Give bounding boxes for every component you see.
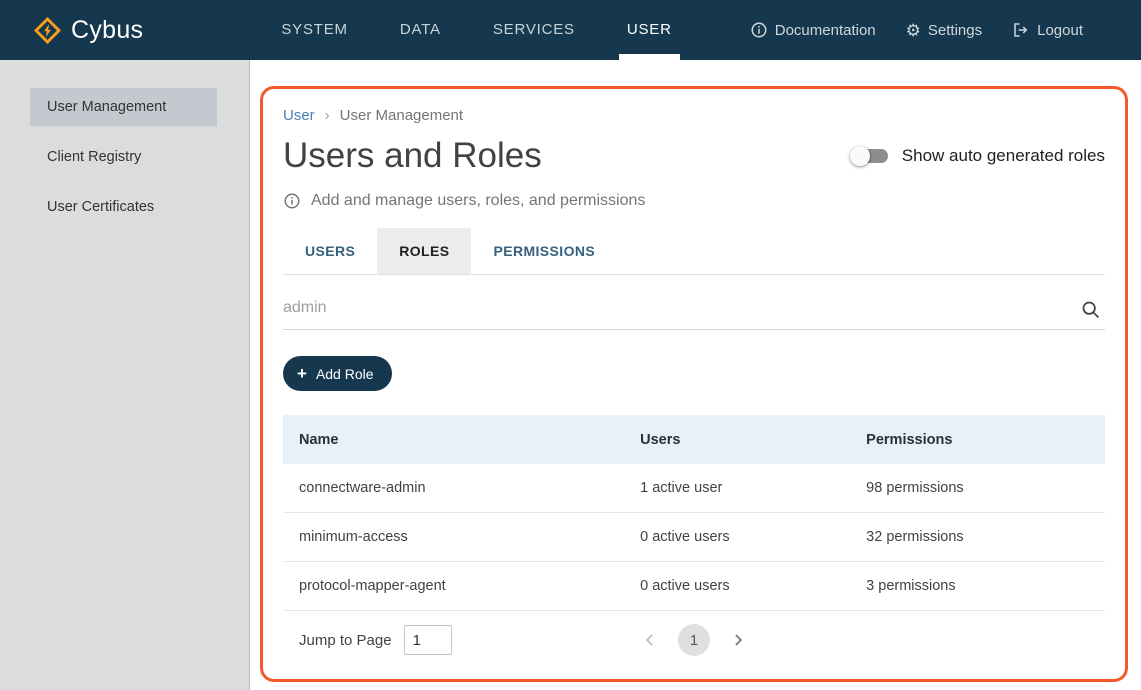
top-navbar: Cybus SYSTEM DATA SERVICES USER Document… [0, 0, 1141, 60]
cell-role-users: 1 active user [624, 480, 850, 496]
toggle-label: Show auto generated roles [902, 146, 1105, 166]
column-header-users: Users [624, 432, 850, 448]
highlighted-content-region: User › User Management Users and Roles S… [260, 86, 1128, 682]
column-header-name: Name [283, 432, 624, 448]
logout-button[interactable]: Logout [1012, 21, 1083, 39]
navbar-actions: Documentation ⚙ Settings Logout [750, 21, 1083, 39]
breadcrumb: User › User Management [283, 107, 1105, 124]
cell-role-users: 0 active users [624, 578, 850, 594]
subtitle-info-icon [283, 192, 301, 210]
settings-label: Settings [928, 22, 982, 39]
cell-role-users: 0 active users [624, 529, 850, 545]
auto-roles-toggle[interactable] [852, 149, 888, 163]
previous-page-button[interactable] [640, 630, 660, 650]
tab-bar: USERS ROLES PERMISSIONS [283, 228, 1105, 275]
tab-roles[interactable]: ROLES [377, 228, 471, 274]
table-row[interactable]: minimum-access 0 active users 32 permiss… [283, 513, 1105, 562]
sidebar-item-user-certificates[interactable]: User Certificates [30, 188, 217, 226]
add-role-label: Add Role [316, 366, 374, 382]
page-number-button[interactable]: 1 [678, 624, 710, 656]
breadcrumb-separator-icon: › [325, 107, 330, 124]
column-header-permissions: Permissions [850, 432, 1105, 448]
brand[interactable]: Cybus [34, 16, 143, 45]
search-icon[interactable] [1080, 299, 1101, 325]
add-role-button[interactable]: + Add Role [283, 356, 392, 391]
documentation-label: Documentation [775, 22, 876, 39]
table-row[interactable]: protocol-mapper-agent 0 active users 3 p… [283, 562, 1105, 611]
cell-role-name: minimum-access [283, 529, 624, 545]
logout-label: Logout [1037, 22, 1083, 39]
table-header-row: Name Users Permissions [283, 415, 1105, 464]
tab-users[interactable]: USERS [283, 228, 377, 274]
page-title: Users and Roles [283, 136, 542, 176]
nav-item-data[interactable]: DATA [400, 0, 441, 60]
jump-to-page-label: Jump to Page [299, 632, 392, 649]
breadcrumb-user-link[interactable]: User [283, 107, 315, 124]
toggle-knob [850, 146, 870, 166]
page-subtitle: Add and manage users, roles, and permiss… [311, 192, 645, 210]
gear-icon: ⚙ [906, 22, 921, 39]
nav-item-user[interactable]: USER [627, 0, 672, 60]
cybus-logo-icon [34, 17, 61, 44]
sidebar-item-client-registry[interactable]: Client Registry [30, 138, 217, 176]
cell-role-name: connectware-admin [283, 480, 624, 496]
next-page-button[interactable] [728, 630, 748, 650]
cell-role-name: protocol-mapper-agent [283, 578, 624, 594]
tab-permissions[interactable]: PERMISSIONS [471, 228, 617, 274]
sidebar-item-user-management[interactable]: User Management [30, 88, 217, 126]
nav-item-services[interactable]: SERVICES [493, 0, 575, 60]
table-footer: Jump to Page 1 [283, 611, 1105, 669]
info-circle-icon [750, 21, 768, 39]
breadcrumb-current: User Management [340, 107, 463, 124]
roles-table: Name Users Permissions connectware-admin… [283, 415, 1105, 669]
sidebar: User Management Client Registry User Cer… [0, 60, 250, 690]
cell-role-permissions: 32 permissions [850, 529, 1105, 545]
auto-roles-toggle-group: Show auto generated roles [852, 146, 1105, 166]
logout-icon [1012, 21, 1030, 39]
settings-button[interactable]: ⚙ Settings [906, 22, 982, 39]
documentation-link[interactable]: Documentation [750, 21, 876, 39]
main-content: User › User Management Users and Roles S… [250, 60, 1141, 690]
cell-role-permissions: 3 permissions [850, 578, 1105, 594]
brand-name: Cybus [71, 16, 143, 45]
search-input[interactable] [283, 289, 1105, 330]
table-row[interactable]: connectware-admin 1 active user 98 permi… [283, 464, 1105, 513]
plus-icon: + [297, 365, 307, 382]
main-nav: SYSTEM DATA SERVICES USER [281, 0, 671, 60]
pagination: 1 [640, 624, 748, 656]
nav-item-system[interactable]: SYSTEM [281, 0, 347, 60]
jump-to-page-input[interactable] [404, 625, 452, 655]
cell-role-permissions: 98 permissions [850, 480, 1105, 496]
